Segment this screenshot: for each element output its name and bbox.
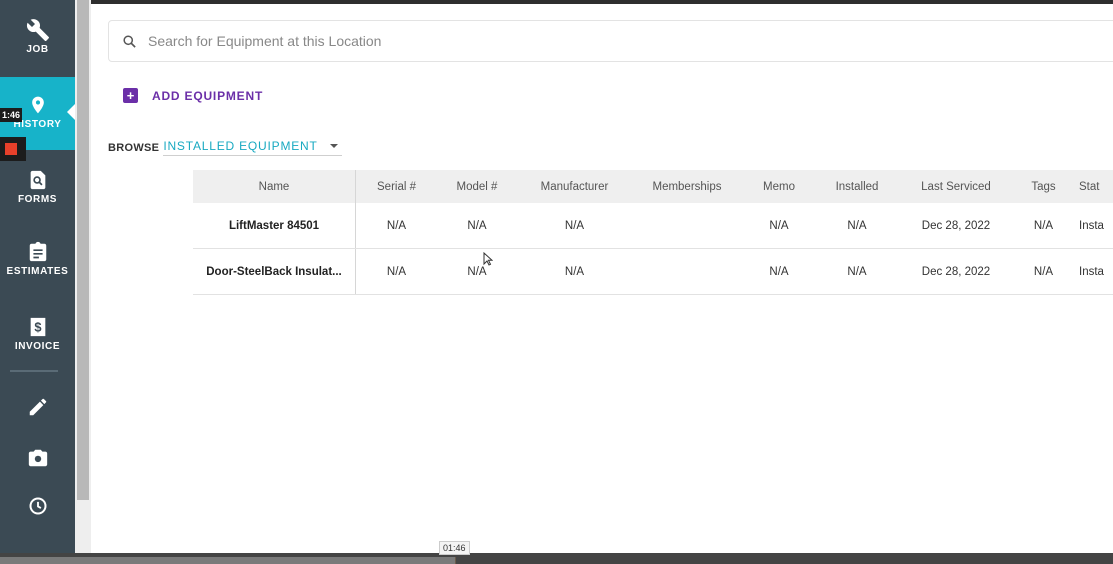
sidebar-item-label: INVOICE [14,341,61,352]
cell-tags: N/A [1033,265,1054,278]
stop-recording-button[interactable] [0,137,26,161]
cell-installed: N/A [847,219,867,232]
sidebar-item-label: FORMS [17,194,58,205]
search-input[interactable] [146,32,950,50]
cell-name: LiftMaster 84501 [193,203,356,248]
column-header-serial[interactable]: Serial # [356,170,437,203]
cell-tags: N/A [1033,219,1054,232]
wrench-icon [26,19,49,41]
sidebar-item-label: ESTIMATES [6,266,69,277]
column-header-memberships[interactable]: Memberships [632,170,742,203]
cell-last-serviced: Dec 28, 2022 [921,265,991,278]
browse-filter: BROWSE INSTALLED EQUIPMENT [108,139,342,156]
mouse-cursor-icon [483,252,493,266]
table-row[interactable]: Door-SteelBack Insulat... N/A N/A N/A N/… [193,249,1113,295]
cell-status: Insta [1079,265,1104,278]
cell-memberships [632,203,742,248]
cell-serial: N/A [386,265,407,278]
cell-last-serviced: Dec 28, 2022 [921,219,991,232]
sidebar-divider [10,370,58,372]
sidebar-item-job[interactable]: JOB [0,18,75,55]
column-header-last-serviced[interactable]: Last Serviced [898,170,1014,203]
column-header-memo[interactable]: Memo [742,170,816,203]
table-header: Name Serial # Model # Manufacturer Membe… [193,170,1113,203]
sidebar-item-label: JOB [26,44,49,55]
pencil-icon [29,398,46,416]
browse-selected-value: INSTALLED EQUIPMENT [163,139,318,153]
form-search-icon [30,170,45,190]
sidebar-scrollbar[interactable] [75,0,91,564]
stop-icon [5,143,17,155]
clipboard-icon [29,241,46,262]
cell-memberships [632,249,742,294]
cell-model: N/A [467,265,487,278]
sidebar-item-estimates[interactable]: ESTIMATES [0,240,75,277]
browse-select[interactable]: INSTALLED EQUIPMENT [163,139,342,156]
add-equipment-label: ADD EQUIPMENT [152,88,264,103]
sidebar: JOB HISTORY FORMS ESTIMATES $ INVOICE [0,0,75,564]
top-border [91,0,1113,4]
active-indicator [67,104,75,120]
video-timestamp-tooltip: 01:46 [439,541,470,555]
sidebar-tool-camera[interactable] [0,447,75,469]
svg-text:$: $ [34,320,41,335]
column-header-name[interactable]: Name [193,170,356,203]
sidebar-item-forms[interactable]: FORMS [0,168,75,205]
cell-manufacturer: N/A [564,265,585,278]
sidebar-tool-history-clock[interactable] [0,496,75,516]
column-header-installed[interactable]: Installed [816,170,898,203]
cell-serial: N/A [386,219,407,232]
cell-model: N/A [467,219,487,232]
add-equipment-button[interactable]: + ADD EQUIPMENT [123,88,263,103]
caret-down-icon [329,144,338,148]
table-row[interactable]: LiftMaster 84501 N/A N/A N/A N/A N/A Dec… [193,203,1113,249]
cell-memo: N/A [769,219,789,232]
video-progress-bar[interactable] [0,553,1113,564]
column-header-status[interactable]: Stat [1073,170,1113,203]
equipment-search [108,20,1113,62]
cell-manufacturer: N/A [564,219,585,232]
map-pin-icon [31,96,44,114]
cell-memo: N/A [769,265,789,278]
sidebar-tool-edit[interactable] [0,396,75,418]
plus-icon: + [123,88,138,103]
browse-label: BROWSE [108,141,160,154]
cell-installed: N/A [847,265,867,278]
search-icon [123,34,136,48]
equipment-table: Name Serial # Model # Manufacturer Membe… [193,170,1113,295]
clock-icon [29,497,46,515]
video-played [0,557,455,564]
column-header-manufacturer[interactable]: Manufacturer [517,170,632,203]
cell-name: Door-SteelBack Insulat... [193,249,356,294]
column-header-tags[interactable]: Tags [1014,170,1073,203]
camera-icon [28,449,47,467]
sidebar-item-invoice[interactable]: $ INVOICE [0,315,75,352]
scrollbar-thumb[interactable] [77,0,89,500]
recording-timer: 1:46 [0,108,23,122]
cell-status: Insta [1079,219,1104,232]
invoice-dollar-icon: $ [30,317,45,337]
column-header-model[interactable]: Model # [437,170,517,203]
